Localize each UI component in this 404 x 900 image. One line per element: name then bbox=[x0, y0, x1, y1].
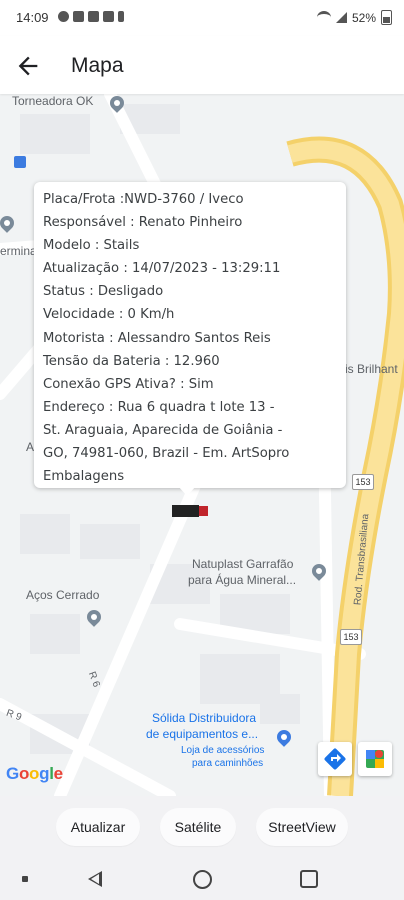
map-label-loja-2: para caminhões bbox=[192, 758, 264, 769]
truck-marker-icon[interactable] bbox=[172, 504, 208, 518]
directions-icon bbox=[324, 748, 346, 770]
map-label-brilhant: is Brilhant bbox=[345, 362, 398, 376]
arrow-left-icon bbox=[18, 56, 38, 76]
route-shield: 153 bbox=[352, 474, 374, 490]
info-line: St. Araguaia, Aparecida de Goiânia - bbox=[43, 422, 283, 438]
whatsapp-icon bbox=[58, 11, 69, 22]
battery-percent: 52% bbox=[351, 10, 376, 25]
directions-button[interactable] bbox=[318, 742, 352, 776]
nav-home-icon[interactable] bbox=[193, 870, 212, 889]
map-label-natuplast: Natuplast Garrafão bbox=[192, 557, 294, 571]
open-maps-button[interactable] bbox=[358, 742, 392, 776]
app-bar: Mapa bbox=[0, 36, 404, 94]
map-label-loja: Loja de acessórios bbox=[181, 745, 265, 756]
route-shield: 153 bbox=[340, 629, 362, 645]
info-line: Endereço : Rua 6 quadra t lote 13 - bbox=[43, 399, 275, 415]
status-bar: 14:09 52% bbox=[0, 0, 404, 36]
bottom-action-bar: Atualizar Satélite StreetView bbox=[0, 796, 404, 860]
signal-icon bbox=[335, 12, 347, 23]
bus-stop-icon[interactable] bbox=[14, 156, 26, 168]
nav-back-icon[interactable] bbox=[88, 871, 102, 887]
info-window-tail bbox=[178, 486, 196, 496]
map-label-solida-2: de equipamentos e... bbox=[146, 727, 259, 741]
map-label-termina: ermina bbox=[0, 244, 37, 258]
vehicle-info-window[interactable]: Placa/Frota :NWD-3760 / Iveco Responsáve… bbox=[34, 182, 346, 488]
status-right: 52% bbox=[316, 10, 392, 25]
info-line: Tensão da Bateria : 12.960 bbox=[43, 353, 220, 369]
google-maps-icon bbox=[366, 750, 384, 768]
info-line: Velocidade : 0 Km/h bbox=[43, 307, 175, 323]
satelite-button[interactable]: Satélite bbox=[160, 808, 236, 846]
info-line: Atualização : 14/07/2023 - 13:29:11 bbox=[43, 261, 281, 277]
streetview-button[interactable]: StreetView bbox=[256, 808, 348, 846]
battery-icon bbox=[381, 10, 392, 25]
notification-icons bbox=[58, 11, 124, 22]
map-label-natuplast-2: para Água Mineral... bbox=[188, 573, 297, 587]
nav-recents-icon[interactable] bbox=[300, 870, 318, 888]
map-label-acos: Aços Cerrado bbox=[26, 588, 100, 602]
map-view[interactable]: Torneadora OK ermina is Brilhant A Placa… bbox=[0, 94, 404, 796]
map-label-torneadora: Torneadora OK bbox=[12, 94, 94, 108]
info-line: Responsável : Renato Pinheiro bbox=[43, 215, 243, 231]
info-line: Status : Desligado bbox=[43, 284, 164, 300]
system-nav-bar bbox=[0, 860, 404, 900]
notification-icon bbox=[73, 11, 84, 22]
page-title: Mapa bbox=[71, 54, 124, 77]
app-icon bbox=[88, 11, 99, 22]
back-button[interactable] bbox=[14, 52, 42, 80]
nav-dot-icon bbox=[22, 876, 28, 882]
info-line: Embalagens bbox=[43, 469, 125, 485]
map-label-a: A bbox=[26, 440, 35, 454]
info-line: Motorista : Alessandro Santos Reis bbox=[43, 330, 271, 346]
info-line: Conexão GPS Ativa? : Sim bbox=[43, 376, 214, 392]
email-icon bbox=[103, 11, 114, 22]
atualizar-button[interactable]: Atualizar bbox=[56, 808, 140, 846]
info-line: Placa/Frota :NWD-3760 / Iveco bbox=[43, 192, 244, 207]
status-time: 14:09 bbox=[16, 10, 49, 25]
google-logo: Google bbox=[6, 764, 63, 783]
info-line: Modelo : Stails bbox=[43, 238, 140, 254]
map-label-solida: Sólida Distribuidora bbox=[152, 711, 257, 725]
wifi-icon bbox=[316, 11, 331, 24]
info-line: GO, 74981-060, Brazil - Em. ArtSopro bbox=[43, 446, 290, 462]
person-icon bbox=[118, 11, 124, 22]
